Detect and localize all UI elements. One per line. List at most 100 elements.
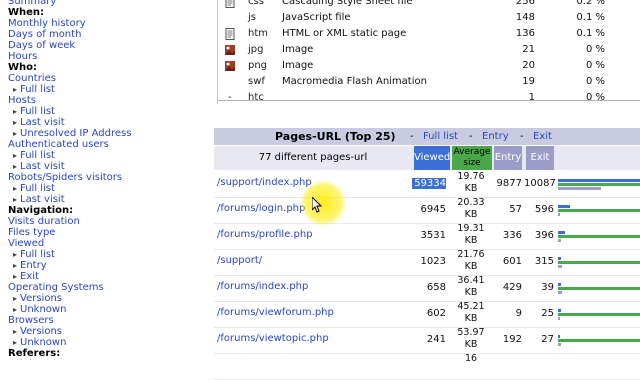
viewed-bar xyxy=(558,335,561,338)
page-url-link[interactable]: /forums/login.php xyxy=(217,203,305,214)
average-size-value: 53.97 xyxy=(457,327,485,338)
submenu-arrow-icon: ▸ xyxy=(13,118,18,127)
menu-item-label: Monthly history xyxy=(8,18,86,29)
menu-item-label: Full list xyxy=(20,84,55,95)
average-size-column-header[interactable]: Average size xyxy=(452,146,492,170)
average-size-value: 20.33 xyxy=(457,197,485,208)
page-url-link[interactable]: /forums/viewtopic.php xyxy=(217,333,329,344)
submenu-arrow-icon: ▸ xyxy=(13,327,18,336)
entry-count: 9 xyxy=(515,308,522,319)
average-size-value: 19.76 xyxy=(457,171,485,182)
average-size: 53.97 KB xyxy=(452,327,490,351)
average-size: 19.76 KB xyxy=(452,171,490,195)
submenu-arrow-icon: ▸ xyxy=(13,272,18,281)
pages-count-label: 77 different pages-url xyxy=(258,152,368,163)
pages-url-title: Pages-URL (Top 25) xyxy=(275,130,396,143)
full-list-link[interactable]: Full list xyxy=(423,131,458,142)
page-url-link[interactable]: /support/index.php xyxy=(217,177,312,188)
entry-count: 429 xyxy=(502,282,522,293)
file-extension: swf xyxy=(248,76,265,87)
exit-count: 596 xyxy=(534,204,554,215)
menu-item-label: Last visit xyxy=(20,161,65,172)
exit-column-header[interactable]: Exit xyxy=(526,146,554,170)
exit-count: 396 xyxy=(534,230,554,241)
menu-item-label: Full list xyxy=(20,150,55,161)
viewed-count: 241 xyxy=(426,334,446,345)
viewed-bar xyxy=(558,257,562,260)
entry-link[interactable]: Entry xyxy=(482,131,509,142)
average-size-unit: KB xyxy=(464,183,478,194)
entry-count: 57 xyxy=(509,204,522,215)
file-percent: 0.2 % xyxy=(576,0,605,7)
menu-item-label: Unknown xyxy=(20,304,67,315)
menu-item-label: Robots/Spiders visitors xyxy=(8,172,123,183)
file-type-row: htm HTML or XML static page 136 0.1 % xyxy=(218,26,640,42)
menu-item-label: Referers: xyxy=(8,348,61,359)
menu-item-label: Exit xyxy=(20,271,39,282)
page-url-link[interactable]: /forums/index.php xyxy=(217,281,308,292)
file-description: Cascading Style Sheet file xyxy=(282,0,413,7)
average-size: 21.76 KB xyxy=(452,249,490,273)
file-extension: htm xyxy=(248,28,268,39)
average-size-unit: KB xyxy=(464,235,478,246)
average-size-unit: KB xyxy=(464,261,478,272)
table-row: /forums/login.php 6945 20.33 KB 57 596 xyxy=(214,197,640,224)
page-url-link[interactable]: /support/ xyxy=(217,255,262,266)
file-type-row: js JavaScript file 148 0.1 % xyxy=(218,10,640,26)
file-hits: 148 xyxy=(515,12,535,23)
average-size-bar xyxy=(558,183,640,186)
file-percent: 0 % xyxy=(585,76,605,87)
pages-url-column-header: 77 different pages-url Viewed Average si… xyxy=(214,146,640,170)
menu-item-label: Days of week xyxy=(8,40,76,51)
sidebar-menu: Summary When: Monthly history Days of month… xyxy=(0,0,210,360)
viewed-bar xyxy=(558,283,561,286)
image-file-icon xyxy=(225,61,235,71)
menu-item-label: Days of month xyxy=(8,29,82,40)
submenu-arrow-icon: ▸ xyxy=(13,294,18,303)
file-hits: 1 xyxy=(528,92,535,103)
menu-item-label: Last visit xyxy=(20,117,65,128)
viewed-count: 1023 xyxy=(420,256,446,267)
exit-link[interactable]: Exit xyxy=(533,131,552,142)
viewed-bar xyxy=(558,205,570,208)
entry-count: 601 xyxy=(502,256,522,267)
page-url-link[interactable]: /forums/profile.php xyxy=(217,229,313,240)
page-url-link[interactable]: /forums/viewforum.php xyxy=(217,307,334,318)
file-extension: htc xyxy=(248,92,264,103)
average-size-bar xyxy=(558,339,640,342)
average-size-value: 21.76 xyxy=(457,249,485,260)
file-percent: 0.1 % xyxy=(576,28,605,39)
average-size-bar xyxy=(558,287,640,290)
menu-item-label: Versions xyxy=(20,293,62,304)
entry-bar xyxy=(558,187,601,190)
entry-count: 192 xyxy=(502,334,522,345)
viewed-count: 658 xyxy=(426,282,446,293)
entry-bar xyxy=(558,213,561,216)
submenu-arrow-icon: ▸ xyxy=(13,85,18,94)
entry-bar xyxy=(558,343,561,346)
exit-count: 39 xyxy=(541,282,554,293)
dash-icon: - xyxy=(228,92,232,103)
exit-count: 10087 xyxy=(524,178,556,189)
average-size-bar xyxy=(558,209,640,212)
viewed-column-header[interactable]: Viewed xyxy=(414,146,450,170)
separator: - xyxy=(410,131,414,142)
viewed-bar xyxy=(558,231,565,234)
average-size-bar xyxy=(558,261,640,264)
entry-count: 9877 xyxy=(496,178,522,189)
menu-item-label: Last visit xyxy=(20,194,65,205)
file-hits: 21 xyxy=(522,44,535,55)
table-divider xyxy=(218,100,640,101)
entry-column-header[interactable]: Entry xyxy=(494,146,522,170)
file-extension: jpg xyxy=(248,44,264,55)
table-row: /support/1023 21.76 KB 601 315 xyxy=(214,249,640,276)
separator: - xyxy=(469,131,473,142)
image-file-icon xyxy=(225,45,235,55)
file-hits: 256 xyxy=(515,0,535,7)
file-description: JavaScript file xyxy=(282,12,351,23)
table-row: 16 xyxy=(214,353,640,380)
menu-item-label: Navigation: xyxy=(8,205,74,216)
submenu-arrow-icon: ▸ xyxy=(13,184,18,193)
average-size-bar xyxy=(558,313,640,316)
menu-item-label: Authenticated users xyxy=(8,139,109,150)
